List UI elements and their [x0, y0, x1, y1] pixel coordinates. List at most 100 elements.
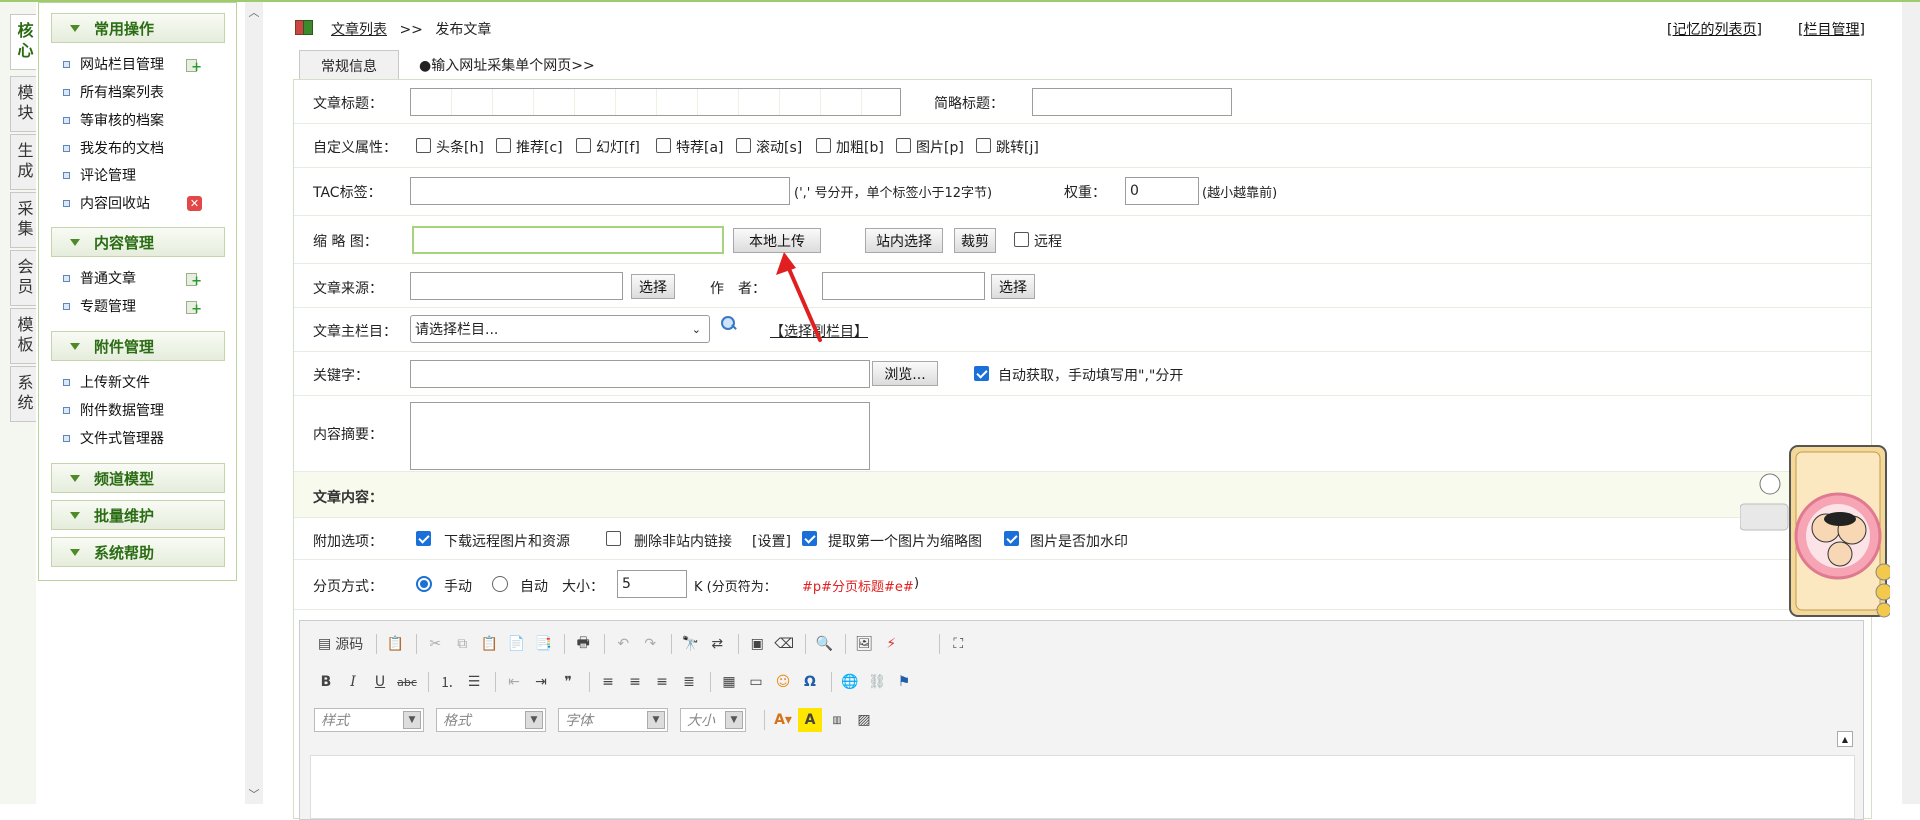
- attr-checkbox-s[interactable]: [736, 138, 751, 153]
- flash-icon[interactable]: ⚡: [879, 632, 903, 656]
- indent-icon[interactable]: ⇥: [529, 670, 553, 694]
- attr-checkbox-b[interactable]: [816, 138, 831, 153]
- size-combo[interactable]: 大小 ▼: [680, 708, 746, 732]
- maximize-icon[interactable]: ⛶: [946, 632, 970, 656]
- frame-scrollbar[interactable]: ︿ ﹀: [245, 2, 263, 804]
- menu-item-upload[interactable]: 上传新文件: [63, 371, 150, 393]
- remove-format-icon[interactable]: ⌫: [772, 632, 796, 656]
- ordered-list-icon[interactable]: ⒈: [435, 670, 459, 694]
- menu-item-topics[interactable]: 专题管理: [63, 295, 136, 317]
- paste-text-icon[interactable]: 📄: [504, 632, 528, 656]
- history-list-link[interactable]: [记忆的列表页]: [1667, 19, 1762, 39]
- size-input[interactable]: 5: [617, 570, 687, 598]
- attr-checkbox-f[interactable]: [576, 138, 591, 153]
- site-select-button[interactable]: 站内选择: [865, 228, 943, 253]
- style-combo[interactable]: 样式 ▼: [314, 708, 424, 732]
- undo-icon[interactable]: ↶: [611, 632, 635, 656]
- menu-group-help[interactable]: 系统帮助: [51, 537, 225, 567]
- outdent-icon[interactable]: ⇤: [502, 670, 526, 694]
- search-icon[interactable]: [720, 315, 738, 333]
- tab-normal-info[interactable]: 常规信息: [299, 50, 399, 80]
- add-icon[interactable]: [185, 299, 202, 317]
- menu-item-articles[interactable]: 普通文章: [63, 267, 136, 289]
- paging-manual-radio[interactable]: [416, 576, 432, 592]
- scroll-up-icon[interactable]: ︿: [245, 4, 263, 20]
- menu-item-file-manager[interactable]: 文件式管理器: [63, 427, 164, 449]
- link-icon[interactable]: 🌐: [838, 670, 862, 694]
- replace-icon[interactable]: ⇄: [705, 632, 729, 656]
- title-input[interactable]: [410, 88, 901, 116]
- auto-keywords-checkbox[interactable]: [974, 366, 989, 381]
- tab-collect[interactable]: 采集: [10, 192, 36, 248]
- attr-checkbox-a[interactable]: [656, 138, 671, 153]
- tab-generate[interactable]: 生成: [10, 134, 36, 190]
- smiley-icon[interactable]: ☺: [771, 670, 795, 694]
- find-icon[interactable]: 🔭: [678, 632, 702, 656]
- menu-item-my-docs[interactable]: 我发布的文档: [63, 137, 164, 159]
- image-icon[interactable]: 🖼: [852, 632, 876, 656]
- menu-item-columns[interactable]: 网站栏目管理: [63, 53, 164, 75]
- settings-link[interactable]: [设置]: [752, 531, 791, 551]
- attr-checkbox-p[interactable]: [896, 138, 911, 153]
- scroll-down-icon[interactable]: ﹀: [245, 786, 263, 802]
- underline-icon[interactable]: U: [368, 670, 392, 694]
- menu-item-pending[interactable]: 等审核的档案: [63, 109, 164, 131]
- bold-icon[interactable]: B: [314, 670, 338, 694]
- tag-input[interactable]: [410, 177, 790, 205]
- tab-modules[interactable]: 模块: [10, 76, 36, 132]
- source-input[interactable]: [410, 272, 623, 300]
- strike-icon[interactable]: abc: [395, 670, 419, 694]
- special-char-icon[interactable]: Ω: [798, 670, 822, 694]
- add-icon[interactable]: [185, 57, 202, 75]
- font-combo[interactable]: 字体 ▼: [558, 708, 668, 732]
- sub-column-link[interactable]: 【选择副栏目】: [770, 321, 868, 341]
- author-select-button[interactable]: 选择: [991, 274, 1035, 299]
- align-center-icon[interactable]: ≡: [623, 670, 647, 694]
- templates-icon[interactable]: 📋: [383, 632, 407, 656]
- add-icon[interactable]: [185, 271, 202, 289]
- print-icon[interactable]: 🖶: [571, 632, 595, 656]
- column-manage-link[interactable]: [栏目管理]: [1798, 19, 1865, 39]
- menu-item-comments[interactable]: 评论管理: [63, 164, 136, 186]
- browse-button[interactable]: 浏览...: [872, 361, 938, 386]
- page-scrollbar[interactable]: [1902, 2, 1920, 804]
- paste-icon[interactable]: 📋: [477, 632, 501, 656]
- tab-core[interactable]: 核心: [10, 14, 36, 70]
- download-remote-checkbox[interactable]: [416, 531, 431, 546]
- menu-item-attach-data[interactable]: 附件数据管理: [63, 399, 164, 421]
- paging-auto-radio[interactable]: [492, 576, 508, 592]
- editor-content-area[interactable]: [310, 755, 1855, 819]
- copy-icon[interactable]: ⧉: [450, 632, 474, 656]
- attr-checkbox-h[interactable]: [416, 138, 431, 153]
- menu-group-batch[interactable]: 批量维护: [51, 500, 225, 530]
- main-column-select[interactable]: 请选择栏目... ⌄: [410, 315, 710, 343]
- unordered-list-icon[interactable]: ☰: [462, 670, 486, 694]
- align-left-icon[interactable]: ≡: [596, 670, 620, 694]
- keywords-input[interactable]: [410, 360, 870, 388]
- anchor-flag-icon[interactable]: ⚑: [892, 670, 916, 694]
- menu-group-channel[interactable]: 频道模型: [51, 463, 225, 493]
- paste-special-icon[interactable]: ▨: [852, 708, 876, 732]
- delete-links-checkbox[interactable]: [606, 531, 621, 546]
- local-upload-button[interactable]: 本地上传: [733, 228, 821, 253]
- bg-color-icon[interactable]: A: [798, 708, 822, 732]
- paste-word-icon[interactable]: 📑: [531, 632, 555, 656]
- breadcrumb-link-list[interactable]: 文章列表: [331, 22, 387, 38]
- source-select-button[interactable]: 选择: [631, 274, 675, 299]
- remote-checkbox[interactable]: [1014, 232, 1029, 247]
- tab-collect-url[interactable]: ●输入网址采集单个网页>>: [419, 50, 595, 80]
- attr-checkbox-c[interactable]: [496, 138, 511, 153]
- menu-group-common[interactable]: 常用操作: [51, 13, 225, 43]
- redo-icon[interactable]: ↷: [638, 632, 662, 656]
- thumbnail-input[interactable]: [412, 226, 724, 254]
- delete-icon[interactable]: ✕: [187, 196, 202, 211]
- author-input[interactable]: [822, 272, 985, 300]
- attr-checkbox-j[interactable]: [976, 138, 991, 153]
- blockquote-icon[interactable]: ❞: [556, 670, 580, 694]
- mascot-widget[interactable]: [1740, 444, 1890, 619]
- preview-icon[interactable]: 🔍: [812, 632, 836, 656]
- cut-icon[interactable]: ✂: [423, 632, 447, 656]
- format-combo[interactable]: 格式 ▼: [436, 708, 546, 732]
- menu-group-content[interactable]: 内容管理: [51, 227, 225, 257]
- weight-input[interactable]: 0: [1125, 177, 1199, 205]
